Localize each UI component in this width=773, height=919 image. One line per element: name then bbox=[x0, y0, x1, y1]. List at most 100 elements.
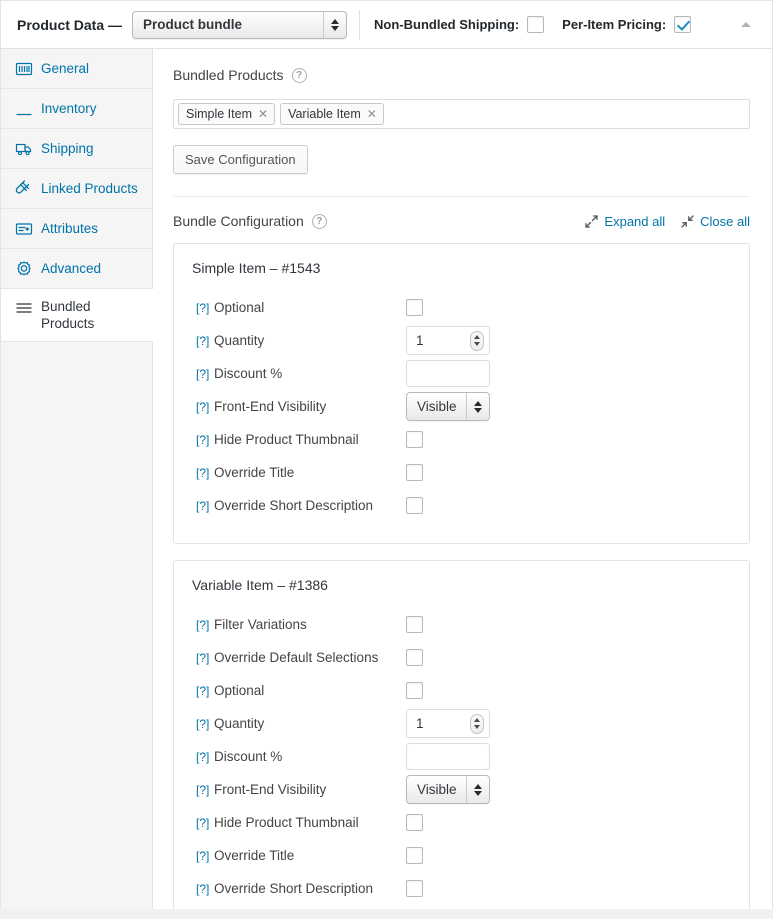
sidebar-item-label: Inventory bbox=[41, 101, 97, 116]
gear-icon bbox=[15, 260, 33, 278]
setting-control bbox=[406, 299, 423, 316]
expand-all-link[interactable]: Expand all bbox=[585, 214, 665, 229]
bundled-products-heading: Bundled Products ? bbox=[173, 67, 750, 83]
non-bundled-shipping-group: Non-Bundled Shipping: bbox=[374, 16, 544, 33]
product-type-value: Product bundle bbox=[133, 17, 323, 32]
discount-input[interactable] bbox=[406, 743, 490, 770]
setting-checkbox[interactable] bbox=[406, 682, 423, 699]
setting-label: Quantity bbox=[214, 333, 406, 348]
setting-checkbox[interactable] bbox=[406, 431, 423, 448]
panel-collapse-toggle[interactable] bbox=[736, 15, 756, 35]
per-item-pricing-checkbox[interactable] bbox=[674, 16, 691, 33]
setting-checkbox[interactable] bbox=[406, 497, 423, 514]
setting-row: [?]Optional bbox=[192, 675, 731, 706]
help-tip-icon[interactable]: [?] bbox=[192, 684, 214, 698]
list-lines-icon bbox=[15, 299, 33, 317]
setting-label: Filter Variations bbox=[214, 617, 406, 632]
sidebar-item-label: General bbox=[41, 61, 89, 76]
product-data-body: General Inventory Shipping Linked Products A… bbox=[1, 49, 772, 909]
setting-checkbox[interactable] bbox=[406, 814, 423, 831]
product-data-tabs-sidebar: General Inventory Shipping Linked Products A… bbox=[1, 49, 153, 909]
help-tip-icon[interactable]: [?] bbox=[192, 334, 214, 348]
help-tip-icon[interactable]: [?] bbox=[192, 301, 214, 315]
help-tip-icon[interactable]: [?] bbox=[192, 816, 214, 830]
setting-checkbox[interactable] bbox=[406, 464, 423, 481]
setting-row: [?]Discount % bbox=[192, 358, 731, 389]
help-tip-icon[interactable]: [?] bbox=[192, 882, 214, 896]
help-circle-icon[interactable]: ? bbox=[312, 214, 327, 229]
setting-control: 1 bbox=[406, 709, 490, 738]
bundled-item-title: Variable Item – #1386 bbox=[192, 577, 731, 593]
section-divider bbox=[173, 196, 750, 197]
barcode-icon bbox=[15, 60, 33, 78]
product-type-select[interactable]: Product bundle bbox=[132, 11, 347, 39]
bundled-item-card: Simple Item – #1543[?]Optional[?]Quantit… bbox=[173, 243, 750, 544]
help-tip-icon[interactable]: [?] bbox=[192, 750, 214, 764]
sidebar-item-inventory[interactable]: Inventory bbox=[1, 89, 152, 129]
setting-label: Front-End Visibility bbox=[214, 399, 406, 414]
setting-label: Override Default Selections bbox=[214, 650, 406, 665]
setting-control bbox=[406, 847, 423, 864]
quantity-stepper[interactable]: 1 bbox=[406, 709, 490, 738]
setting-control bbox=[406, 464, 423, 481]
setting-checkbox[interactable] bbox=[406, 649, 423, 666]
quantity-value: 1 bbox=[416, 716, 424, 731]
setting-control bbox=[406, 497, 423, 514]
quantity-stepper[interactable]: 1 bbox=[406, 326, 490, 355]
help-tip-icon[interactable]: [?] bbox=[192, 466, 214, 480]
chart-area-icon bbox=[15, 100, 33, 118]
close-all-link[interactable]: Close all bbox=[681, 214, 750, 229]
caret-up-icon bbox=[474, 401, 482, 406]
bundled-product-tag[interactable]: Variable Item✕ bbox=[280, 103, 384, 125]
sidebar-item-bundled-products[interactable]: Bundled Products bbox=[1, 289, 153, 342]
sidebar-item-general[interactable]: General bbox=[1, 49, 152, 89]
help-tip-icon[interactable]: [?] bbox=[192, 499, 214, 513]
setting-control bbox=[406, 880, 423, 897]
help-tip-icon[interactable]: [?] bbox=[192, 618, 214, 632]
setting-label: Discount % bbox=[214, 749, 406, 764]
setting-label: Override Short Description bbox=[214, 881, 406, 896]
setting-checkbox[interactable] bbox=[406, 880, 423, 897]
setting-row: [?]Override Default Selections bbox=[192, 642, 731, 673]
stepper-arrows-icon[interactable] bbox=[470, 714, 484, 734]
help-tip-icon[interactable]: [?] bbox=[192, 400, 214, 414]
help-circle-icon[interactable]: ? bbox=[292, 68, 307, 83]
help-tip-icon[interactable]: [?] bbox=[192, 367, 214, 381]
sidebar-item-shipping[interactable]: Shipping bbox=[1, 129, 152, 169]
bundle-configuration-title: Bundle Configuration bbox=[173, 213, 304, 229]
close-x-icon[interactable]: ✕ bbox=[367, 108, 377, 120]
help-tip-icon[interactable]: [?] bbox=[192, 433, 214, 447]
non-bundled-shipping-checkbox[interactable] bbox=[527, 16, 544, 33]
non-bundled-shipping-label: Non-Bundled Shipping: bbox=[374, 17, 519, 32]
caret-up-icon bbox=[474, 718, 480, 722]
visibility-select[interactable]: Visible bbox=[406, 775, 490, 804]
help-tip-icon[interactable]: [?] bbox=[192, 783, 214, 797]
setting-checkbox[interactable] bbox=[406, 616, 423, 633]
help-tip-icon[interactable]: [?] bbox=[192, 849, 214, 863]
sidebar-item-attributes[interactable]: Attributes bbox=[1, 209, 152, 249]
visibility-value: Visible bbox=[407, 782, 466, 797]
caret-down-icon bbox=[474, 342, 480, 346]
setting-label: Discount % bbox=[214, 366, 406, 381]
sidebar-item-advanced[interactable]: Advanced bbox=[1, 249, 152, 289]
help-tip-icon[interactable]: [?] bbox=[192, 717, 214, 731]
stepper-arrows-icon[interactable] bbox=[470, 331, 484, 351]
setting-control bbox=[406, 814, 423, 831]
sidebar-item-linked-products[interactable]: Linked Products bbox=[1, 169, 152, 209]
save-configuration-button[interactable]: Save Configuration bbox=[173, 145, 308, 174]
expand-all-label: Expand all bbox=[604, 214, 665, 229]
visibility-select[interactable]: Visible bbox=[406, 392, 490, 421]
help-tip-icon[interactable]: [?] bbox=[192, 651, 214, 665]
caret-down-icon bbox=[474, 791, 482, 796]
close-x-icon[interactable]: ✕ bbox=[258, 108, 268, 120]
sidebar-item-label: Attributes bbox=[41, 221, 98, 236]
setting-checkbox[interactable] bbox=[406, 299, 423, 316]
sidebar-item-label: Linked Products bbox=[41, 181, 138, 196]
discount-input[interactable] bbox=[406, 360, 490, 387]
setting-checkbox[interactable] bbox=[406, 847, 423, 864]
bundled-products-tag-input[interactable]: Simple Item✕Variable Item✕ bbox=[173, 99, 750, 129]
sidebar-item-label: Bundled Products bbox=[41, 298, 127, 332]
bundled-product-tag[interactable]: Simple Item✕ bbox=[178, 103, 275, 125]
setting-label: Override Title bbox=[214, 848, 406, 863]
sidebar-item-label: Shipping bbox=[41, 141, 94, 156]
